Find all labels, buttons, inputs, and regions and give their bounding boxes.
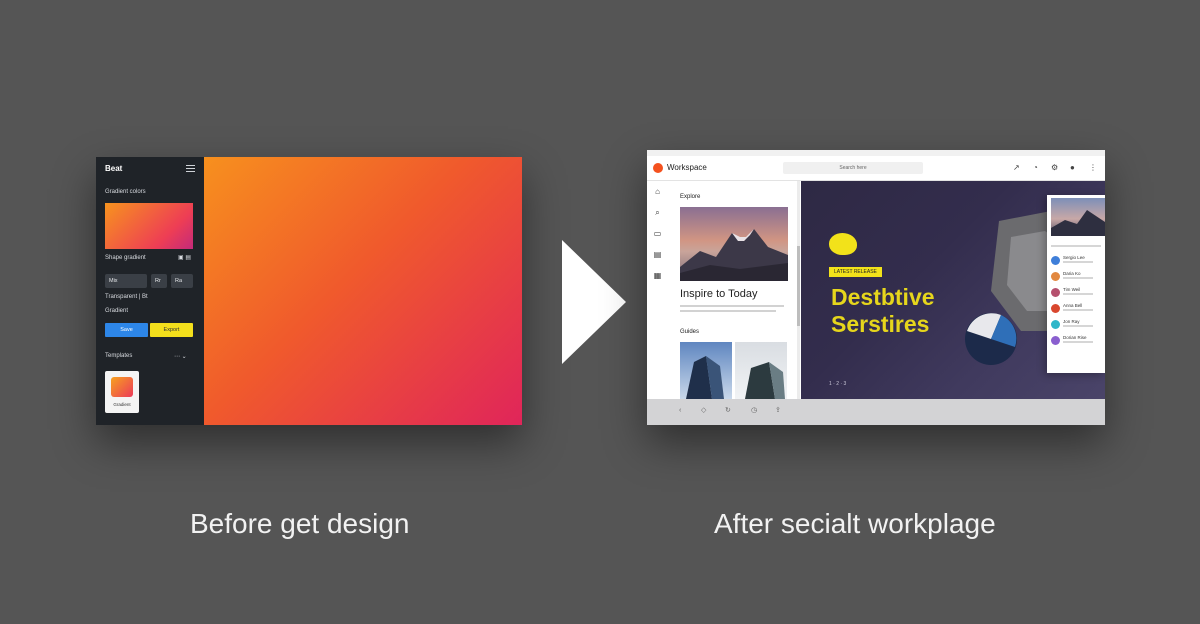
before-design-window: Beat Gradient colors Shape gradient ▣ ▤ … bbox=[96, 157, 522, 425]
gradient-canvas[interactable] bbox=[204, 157, 522, 425]
folder-icon[interactable]: ▤ bbox=[653, 250, 662, 259]
hero-pagination[interactable]: 1 · 2 · 3 bbox=[829, 381, 846, 387]
panel-header-row bbox=[1051, 243, 1105, 255]
person-row[interactable]: Tim Weil bbox=[1051, 287, 1105, 299]
image-icon[interactable]: ▣ ▤ bbox=[178, 254, 191, 261]
chip-rr[interactable]: Rr bbox=[151, 274, 167, 288]
caption-after: After secialt workplage bbox=[714, 508, 996, 539]
template-card[interactable]: Gradient bbox=[105, 371, 139, 413]
post-title[interactable]: Inspire to Today bbox=[680, 288, 757, 300]
hero-title-line-1: Destbtive bbox=[831, 284, 935, 310]
person-subtitle-line bbox=[1063, 277, 1093, 279]
upload-icon[interactable]: ⇪ bbox=[775, 407, 781, 414]
avatar bbox=[1051, 304, 1060, 313]
history-icon[interactable]: ◷ bbox=[751, 407, 757, 414]
hero-badge-icon bbox=[829, 233, 857, 255]
user-icon[interactable]: ● bbox=[1070, 163, 1075, 173]
building-illustration bbox=[745, 362, 785, 399]
share-icon[interactable]: ↗ bbox=[1013, 163, 1020, 173]
person-name: Tim Weil bbox=[1063, 287, 1081, 292]
avatar bbox=[1051, 336, 1060, 345]
building-illustration bbox=[686, 356, 724, 399]
app-title: Workspace bbox=[667, 163, 707, 172]
avatar bbox=[1051, 288, 1060, 297]
template-gradient-swatch bbox=[111, 377, 133, 397]
back-icon[interactable]: ‹ bbox=[679, 407, 685, 414]
person-subtitle-line bbox=[1063, 293, 1093, 295]
feed-column: Explore Inspire to Today Guides bbox=[671, 181, 797, 399]
bottom-toolbar: ‹ ◇ ↻ ◷ ⇪ bbox=[647, 399, 1105, 425]
building-image-2[interactable] bbox=[735, 342, 787, 399]
sidebar: Beat Gradient colors Shape gradient ▣ ▤ … bbox=[96, 157, 204, 425]
mountain-image[interactable] bbox=[680, 207, 788, 281]
search-input[interactable]: Search here bbox=[783, 162, 923, 174]
post-text-line bbox=[680, 305, 784, 307]
panel-image[interactable] bbox=[1051, 198, 1105, 236]
bell-icon[interactable]: ◔ bbox=[1033, 163, 1038, 173]
person-row[interactable]: Daria Ko bbox=[1051, 271, 1105, 283]
hero-title-line-2: Serstires bbox=[831, 311, 930, 337]
app-logo-icon[interactable] bbox=[653, 163, 663, 173]
section-guides: Guides bbox=[680, 329, 700, 335]
person-subtitle-line bbox=[1063, 261, 1093, 263]
search-icon[interactable]: ⌕ bbox=[653, 208, 662, 217]
chat-icon[interactable]: ▭ bbox=[653, 229, 662, 238]
person-row[interactable]: Anna Bell bbox=[1051, 303, 1105, 315]
save-button[interactable]: Save bbox=[105, 323, 148, 337]
person-name: Daria Ko bbox=[1063, 271, 1081, 276]
chip-ra[interactable]: Ra bbox=[171, 274, 193, 288]
post-text-line bbox=[680, 310, 776, 312]
after-design-window: Workspace Search here ↗ ◔ ⚙ ● ⋮ ⌂ ⌕ ▭ ▤ … bbox=[647, 150, 1105, 425]
mountain-illustration bbox=[680, 229, 788, 281]
person-row[interactable]: Jon Ray bbox=[1051, 319, 1105, 331]
person-row[interactable]: Dorian Rise bbox=[1051, 335, 1105, 347]
template-card-label: Gradient bbox=[113, 402, 131, 407]
avatar bbox=[1051, 256, 1060, 265]
person-subtitle-line bbox=[1063, 309, 1093, 311]
refresh-icon[interactable]: ↻ bbox=[725, 407, 731, 414]
person-row[interactable]: Sergio Lee bbox=[1051, 255, 1105, 267]
thumb-caption: Shape gradient bbox=[105, 255, 146, 261]
chip-mix[interactable]: Mix bbox=[105, 274, 147, 288]
avatar bbox=[1051, 272, 1060, 281]
panel-mountain-illustration bbox=[1051, 210, 1105, 236]
arrow-right-icon bbox=[562, 240, 626, 364]
feed-header: Explore bbox=[680, 194, 701, 200]
more-icon[interactable]: ⋮ bbox=[1089, 163, 1097, 173]
window-chrome bbox=[647, 150, 1105, 156]
person-name: Jon Ray bbox=[1063, 319, 1080, 324]
gradient-thumbnail[interactable] bbox=[105, 203, 193, 249]
nav-rail: ⌂ ⌕ ▭ ▤ ▦ bbox=[647, 181, 669, 399]
hero-label: LATEST RELEASE bbox=[829, 267, 882, 277]
person-name: Anna Bell bbox=[1063, 303, 1083, 308]
menu-icon[interactable] bbox=[186, 165, 195, 172]
export-button[interactable]: Export bbox=[150, 323, 193, 337]
layers-icon[interactable]: ◇ bbox=[701, 407, 707, 414]
calendar-icon[interactable]: ▦ bbox=[653, 271, 662, 280]
templates-label: Templates bbox=[105, 353, 133, 359]
people-panel: Sergio Lee Daria Ko Tim Weil Anna Bell J… bbox=[1047, 195, 1105, 373]
avatar bbox=[1051, 320, 1060, 329]
section-label: Gradient colors bbox=[105, 189, 146, 195]
caption-before: Before get design bbox=[190, 508, 410, 539]
top-bar: Workspace Search here ↗ ◔ ⚙ ● ⋮ bbox=[647, 150, 1105, 181]
templates-more-icon[interactable]: ⋯ ⌄ bbox=[174, 353, 187, 360]
person-name: Dorian Rise bbox=[1063, 335, 1087, 340]
app-logo: Beat bbox=[105, 164, 123, 173]
person-subtitle-line bbox=[1063, 341, 1093, 343]
building-image-1[interactable] bbox=[680, 342, 732, 399]
scrollbar-thumb[interactable] bbox=[797, 246, 800, 326]
panel-header-line bbox=[1051, 245, 1101, 247]
home-icon[interactable]: ⌂ bbox=[653, 187, 662, 196]
settings-icon[interactable]: ⚙ bbox=[1051, 163, 1058, 173]
option-transparent[interactable]: Transparent | Bt bbox=[105, 294, 148, 300]
option-gradient[interactable]: Gradient bbox=[105, 308, 128, 314]
person-subtitle-line bbox=[1063, 325, 1093, 327]
person-name: Sergio Lee bbox=[1063, 255, 1085, 260]
